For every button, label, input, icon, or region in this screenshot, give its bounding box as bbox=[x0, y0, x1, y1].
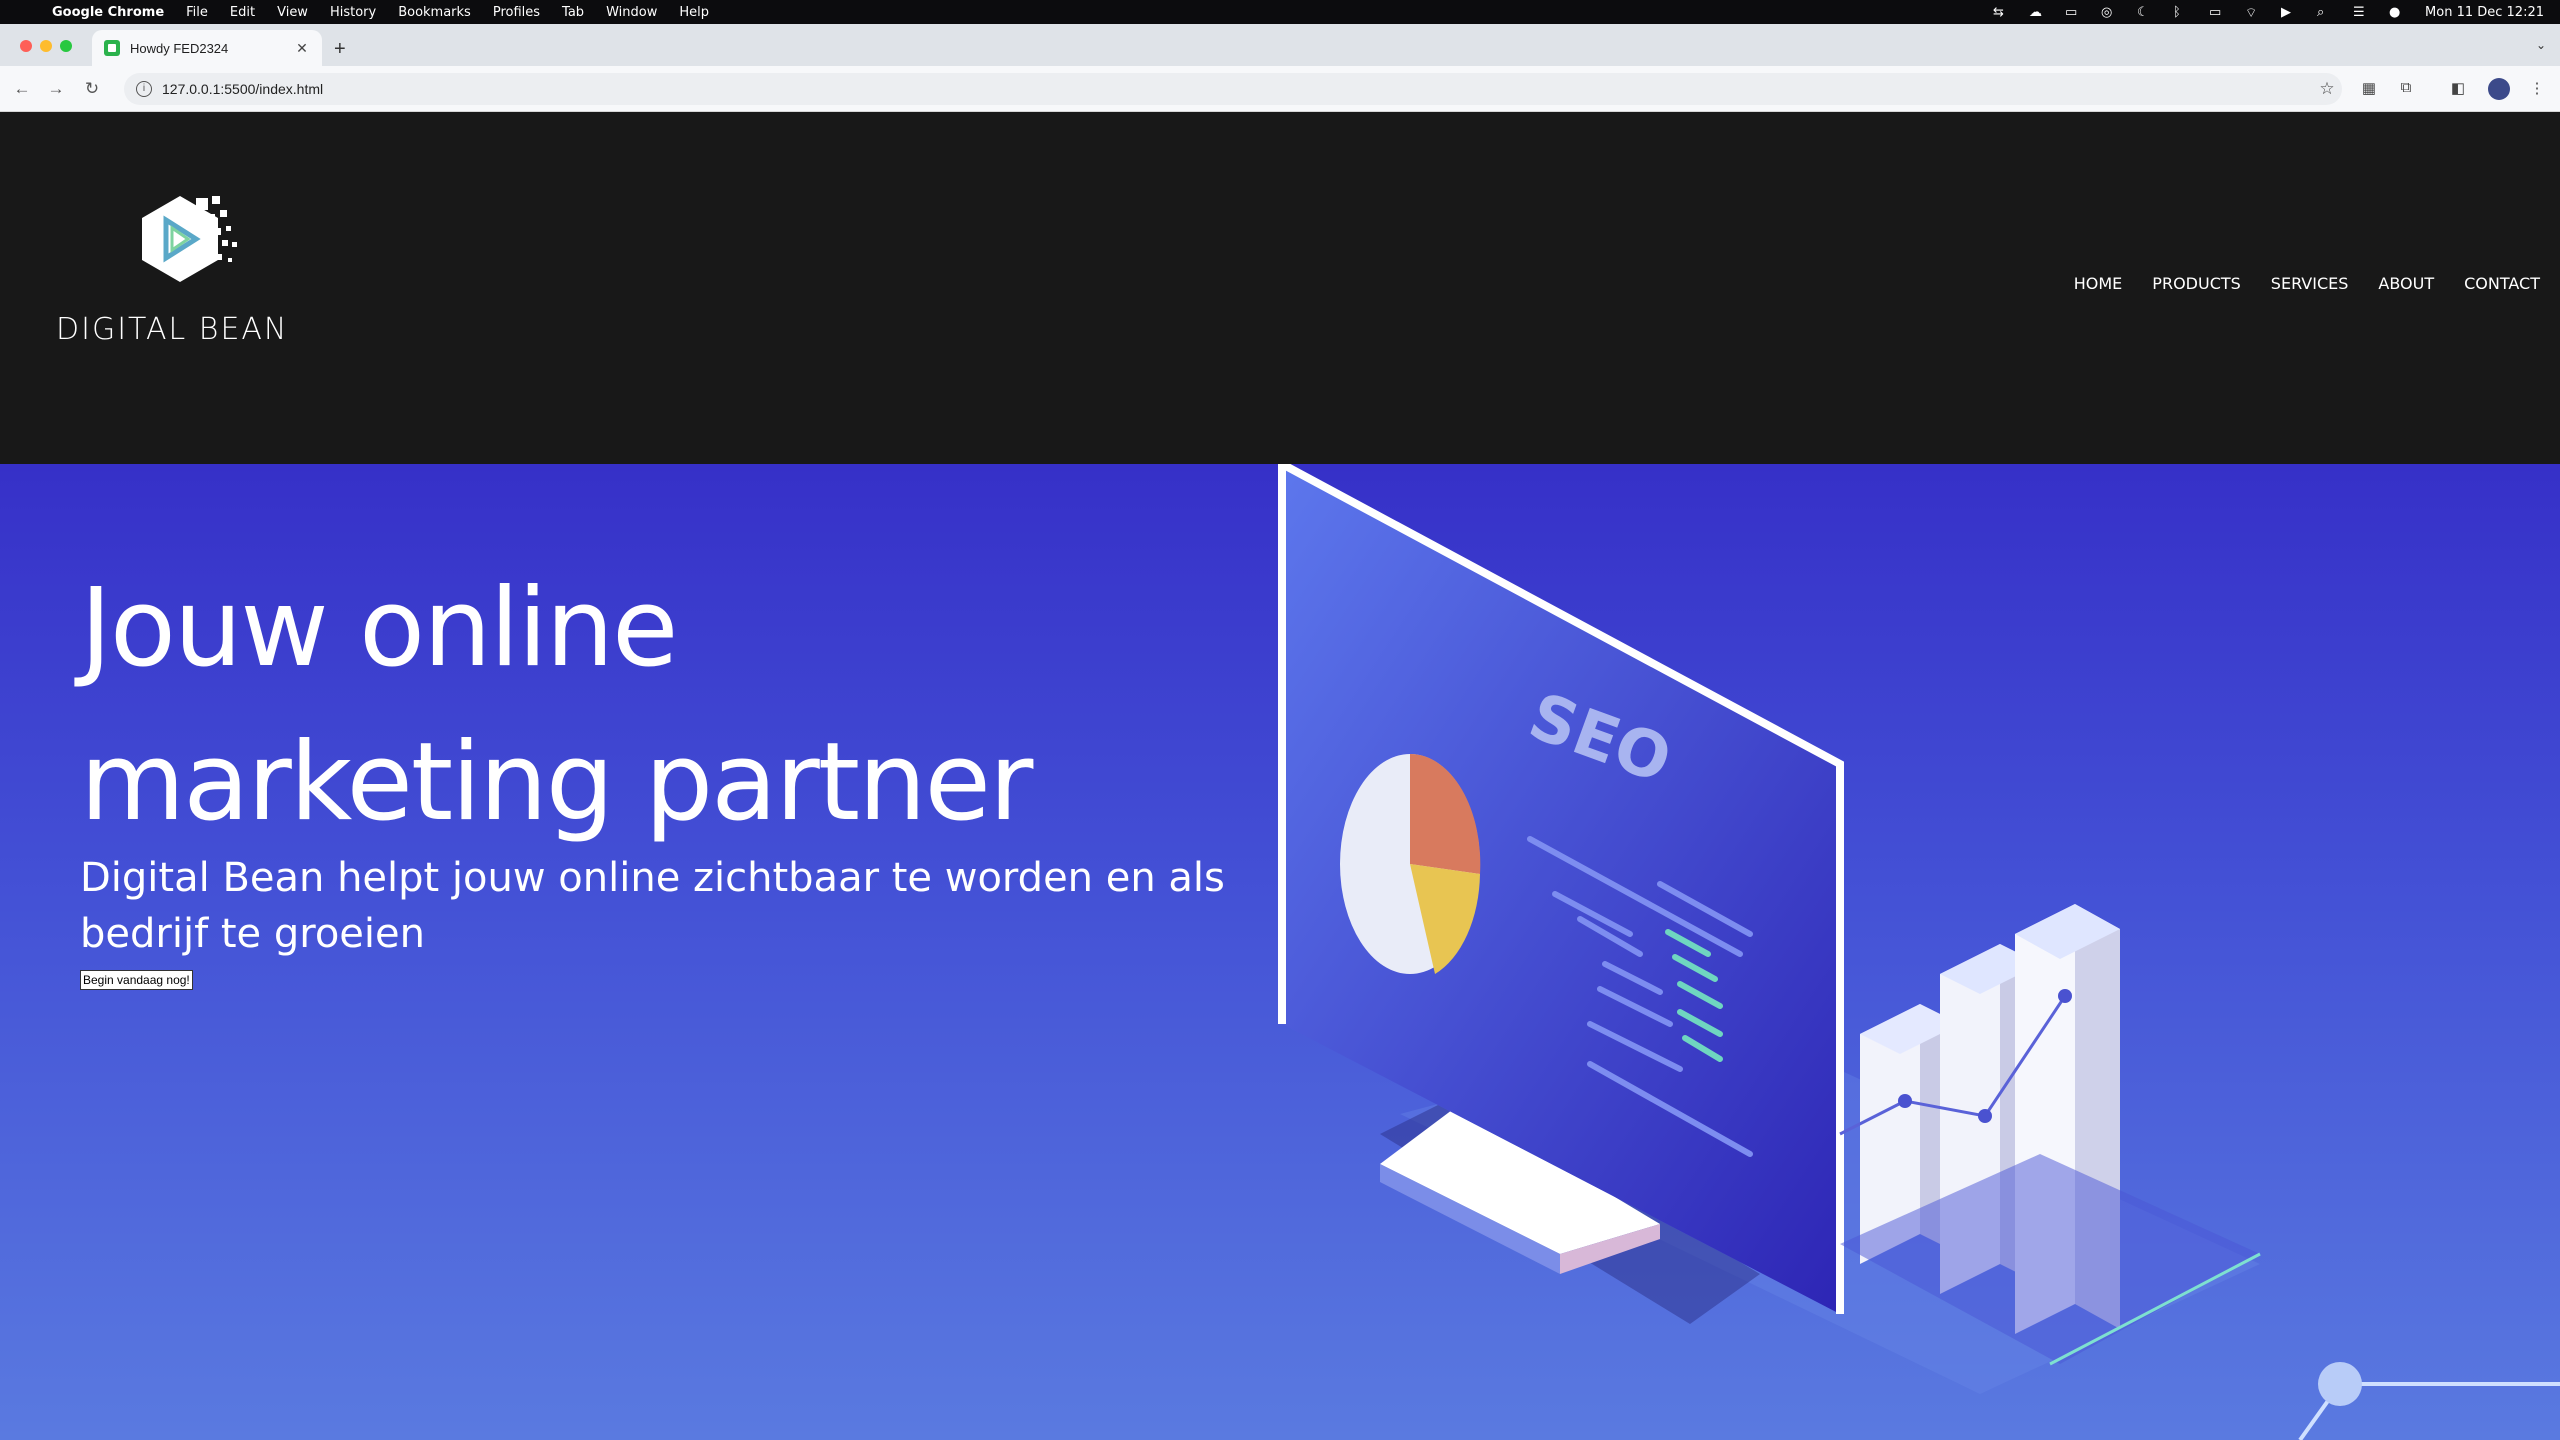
creative-cloud-icon[interactable]: ◎ bbox=[2101, 5, 2119, 20]
chrome-menu-icon[interactable]: ⋮ bbox=[2526, 79, 2548, 99]
control-center-icon[interactable]: ☰ bbox=[2353, 5, 2371, 20]
reload-button[interactable]: ↻ bbox=[80, 77, 104, 101]
menu-bookmarks[interactable]: Bookmarks bbox=[387, 5, 482, 20]
nav-about[interactable]: ABOUT bbox=[2378, 274, 2434, 293]
tab-title: Howdy FED2324 bbox=[130, 40, 229, 56]
nav-contact[interactable]: CONTACT bbox=[2464, 274, 2540, 293]
moon-icon[interactable]: ☾ bbox=[2137, 5, 2155, 20]
tab-search-chevron-icon[interactable]: ⌄ bbox=[2536, 38, 2546, 52]
nav-products[interactable]: PRODUCTS bbox=[2152, 274, 2241, 293]
menu-window[interactable]: Window bbox=[595, 5, 668, 20]
browser-tab-active[interactable]: Howdy FED2324 ✕ bbox=[92, 30, 322, 66]
status-area: ⇆ ☁ ▭ ◎ ☾ ᛒ ▭ ⌔ ▶ ⌕ ☰ ● Mon 11 Dec 12:21 bbox=[1993, 0, 2544, 24]
tab-close-icon[interactable]: ✕ bbox=[294, 40, 310, 57]
nav-home[interactable]: HOME bbox=[2074, 274, 2123, 293]
new-tab-button[interactable]: + bbox=[334, 38, 346, 61]
logo-mark-icon bbox=[142, 196, 237, 282]
side-panel-icon[interactable]: ◧ bbox=[2447, 79, 2469, 99]
site-info-icon[interactable]: i bbox=[136, 81, 152, 97]
control-icon[interactable]: ⇆ bbox=[1993, 5, 2011, 20]
hero-section: Jouw online marketing partner Digital Be… bbox=[0, 464, 2560, 1440]
clock[interactable]: Mon 11 Dec 12:21 bbox=[2425, 5, 2544, 20]
main-nav: HOME PRODUCTS SERVICES ABOUT CONTACT bbox=[2074, 274, 2540, 293]
wifi-icon[interactable]: ⌔ bbox=[2245, 5, 2263, 21]
profile-avatar[interactable] bbox=[2488, 78, 2510, 100]
favicon-icon bbox=[104, 40, 120, 56]
hero-subtitle: Digital Bean helpt jouw online zichtbaar… bbox=[80, 855, 1225, 957]
site-header: DIGITAL BEAN HOME PRODUCTS SERVICES ABOU… bbox=[0, 112, 2560, 464]
display-icon[interactable]: ▭ bbox=[2065, 5, 2083, 20]
minimize-window-button[interactable] bbox=[40, 40, 52, 52]
play-icon[interactable]: ▶ bbox=[2281, 5, 2299, 20]
seo-illustration: SEO bbox=[1278, 464, 2560, 1440]
zoom-window-button[interactable] bbox=[60, 40, 72, 52]
macos-menu-bar: Google Chrome File Edit View History Boo… bbox=[0, 0, 2560, 24]
close-window-button[interactable] bbox=[20, 40, 32, 52]
siri-icon[interactable]: ● bbox=[2389, 5, 2407, 20]
forward-button[interactable]: → bbox=[44, 77, 68, 101]
battery-icon[interactable]: ▭ bbox=[2209, 5, 2227, 20]
menu-profiles[interactable]: Profiles bbox=[482, 5, 551, 20]
bookmark-star-icon[interactable]: ☆ bbox=[2312, 79, 2342, 99]
menu-history[interactable]: History bbox=[319, 5, 387, 20]
browser-tab-bar: Howdy FED2324 ✕ + ⌄ bbox=[0, 24, 2560, 66]
extension-icon[interactable]: ▦ bbox=[2358, 79, 2380, 99]
cloud-icon[interactable]: ☁ bbox=[2029, 5, 2047, 20]
menu-edit[interactable]: Edit bbox=[219, 5, 266, 20]
menu-help[interactable]: Help bbox=[668, 5, 720, 20]
address-bar[interactable]: i 127.0.0.1:5500/index.html ☆ bbox=[124, 73, 2342, 105]
menu-tab[interactable]: Tab bbox=[551, 5, 595, 20]
nav-services[interactable]: SERVICES bbox=[2271, 274, 2349, 293]
menu-file[interactable]: File bbox=[175, 5, 219, 20]
begin-button[interactable]: Begin vandaag nog! bbox=[80, 970, 193, 990]
page-viewport: DIGITAL BEAN HOME PRODUCTS SERVICES ABOU… bbox=[0, 112, 2560, 1440]
browser-toolbar: ← → ↻ i 127.0.0.1:5500/index.html ☆ ▦ ⧉ … bbox=[0, 66, 2560, 112]
url-text[interactable]: 127.0.0.1:5500/index.html bbox=[162, 81, 2312, 97]
search-icon[interactable]: ⌕ bbox=[2317, 5, 2335, 20]
menu-view[interactable]: View bbox=[266, 5, 319, 20]
extensions-puzzle-icon[interactable]: ⧉ bbox=[2395, 79, 2417, 99]
back-button[interactable]: ← bbox=[10, 77, 34, 101]
bluetooth-icon[interactable]: ᛒ bbox=[2173, 5, 2191, 20]
hero-title: Jouw online marketing partner bbox=[80, 566, 1033, 845]
logo-text: DIGITAL BEAN bbox=[56, 312, 289, 347]
menu-app-name[interactable]: Google Chrome bbox=[50, 5, 175, 20]
site-logo[interactable]: DIGITAL BEAN bbox=[56, 194, 316, 354]
